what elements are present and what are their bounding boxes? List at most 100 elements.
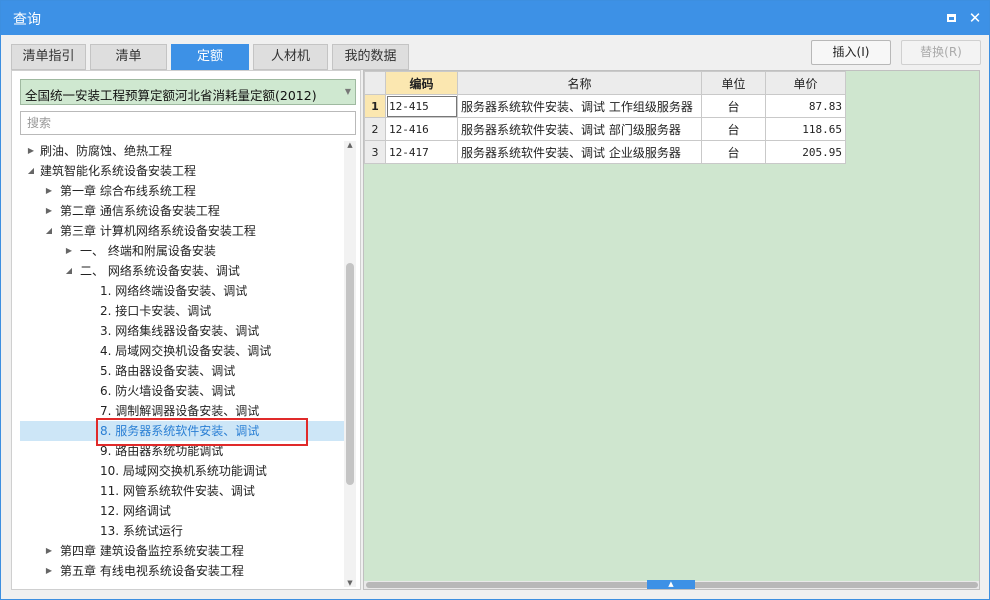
tree-item[interactable]: 11. 网管系统软件安装、调试 bbox=[20, 481, 344, 501]
tab-list[interactable]: 清单 bbox=[90, 44, 167, 70]
tree-item[interactable]: 12. 网络调试 bbox=[20, 501, 344, 521]
tree-item[interactable]: 1. 网络终端设备安装、调试 bbox=[20, 281, 344, 301]
row-number: 2 bbox=[364, 117, 386, 141]
splitter-expand-icon[interactable]: ▲ bbox=[647, 580, 695, 589]
tree-item-label: 第三章 计算机网络系统设备安装工程 bbox=[60, 224, 256, 238]
column-header-unit[interactable]: 单位 bbox=[701, 71, 766, 95]
tree-item-label: 第四章 建筑设备监控系统安装工程 bbox=[60, 544, 244, 558]
tree-item-label: 5. 路由器设备安装、调试 bbox=[100, 364, 236, 378]
cell-name[interactable]: 服务器系统软件安装、调试 企业级服务器 bbox=[457, 140, 702, 164]
library-select-value: 全国统一安装工程预算定额河北省消耗量定额(2012) bbox=[25, 88, 317, 103]
table-header-row: 编码 名称 单位 单价 bbox=[364, 71, 846, 95]
tree-item[interactable]: 3. 网络集线器设备安装、调试 bbox=[20, 321, 344, 341]
tree-item-label: 一、 终端和附属设备安装 bbox=[80, 244, 216, 258]
dropdown-arrow-icon: ▼ bbox=[344, 87, 351, 96]
maximize-button[interactable] bbox=[941, 8, 961, 28]
scrollbar-thumb[interactable] bbox=[346, 263, 354, 485]
tree-item-label: 第二章 通信系统设备安装工程 bbox=[60, 204, 220, 218]
scroll-down-arrow-icon[interactable]: ▼ bbox=[344, 579, 356, 587]
expand-arrow-icon[interactable]: ▶ bbox=[26, 141, 36, 161]
tree-item[interactable]: ▶ 第二章 通信系统设备安装工程 bbox=[20, 201, 344, 221]
cell-name[interactable]: 服务器系统软件安装、调试 部门级服务器 bbox=[457, 117, 702, 141]
tree-item[interactable]: ▶ 刷油、防腐蚀、绝热工程 bbox=[20, 141, 344, 161]
cell-unit[interactable]: 台 bbox=[701, 140, 766, 164]
window-title: 查询 bbox=[13, 12, 41, 28]
tree-item[interactable]: ▶ 第一章 综合布线系统工程 bbox=[20, 181, 344, 201]
row-number: 1 bbox=[364, 94, 386, 118]
tree-item-label: 12. 网络调试 bbox=[100, 504, 171, 518]
tree-item[interactable]: ◢ 建筑智能化系统设备安装工程 bbox=[20, 161, 344, 181]
cell-code[interactable]: 12-415 bbox=[385, 94, 458, 118]
tree-item[interactable]: 4. 局域网交换机设备安装、调试 bbox=[20, 341, 344, 361]
table-corner bbox=[364, 71, 386, 95]
tab-quota[interactable]: 定额 bbox=[171, 44, 249, 70]
cell-price[interactable]: 205.95 bbox=[765, 140, 846, 164]
cell-unit[interactable]: 台 bbox=[701, 94, 766, 118]
expand-arrow-icon[interactable]: ▶ bbox=[44, 561, 54, 581]
tree-vertical-scrollbar[interactable]: ▲ ▼ bbox=[344, 141, 356, 587]
cell-price[interactable]: 118.65 bbox=[765, 117, 846, 141]
tree-item-label: 6. 防火墙设备安装、调试 bbox=[100, 384, 236, 398]
close-button[interactable]: ✕ bbox=[965, 8, 985, 28]
expand-arrow-icon[interactable]: ▶ bbox=[64, 241, 74, 261]
tab-list-guide[interactable]: 清单指引 bbox=[11, 44, 86, 70]
cell-code[interactable]: 12-417 bbox=[385, 140, 458, 164]
title-bar: 查询 ✕ bbox=[1, 1, 989, 35]
table-row[interactable]: 1 12-415 服务器系统软件安装、调试 工作组级服务器 台 87.83 bbox=[364, 94, 846, 118]
query-window: 查询 ✕ 清单指引 清单 定额 人材机 我的数据 插入(I) 替换(R) 全国统… bbox=[0, 0, 990, 600]
close-icon: ✕ bbox=[968, 9, 982, 27]
column-header-price[interactable]: 单价 bbox=[765, 71, 846, 95]
tree-item-label: 4. 局域网交换机设备安装、调试 bbox=[100, 344, 272, 358]
collapse-arrow-icon[interactable]: ◢ bbox=[44, 221, 54, 241]
maximize-icon bbox=[946, 14, 956, 22]
tree-item[interactable]: ▶ 第五章 有线电视系统设备安装工程 bbox=[20, 561, 344, 581]
quota-tree: ▶ 刷油、防腐蚀、绝热工程 ◢ 建筑智能化系统设备安装工程 ▶ 第一章 综合布线… bbox=[20, 141, 344, 587]
tab-my-data[interactable]: 我的数据 bbox=[332, 44, 409, 70]
tree-item-label: 第一章 综合布线系统工程 bbox=[60, 184, 196, 198]
tree-item-label: 刷油、防腐蚀、绝热工程 bbox=[40, 144, 173, 158]
tree-item[interactable]: ◢ 二、 网络系统设备安装、调试 bbox=[20, 261, 344, 281]
collapse-arrow-icon[interactable]: ◢ bbox=[26, 161, 36, 181]
tree-item-label: 2. 接口卡安装、调试 bbox=[100, 304, 212, 318]
quota-grid-panel: 编码 名称 单位 单价 1 12-415 服务器系统软件安装、调试 工作组级服务… bbox=[363, 70, 980, 590]
table-row[interactable]: 2 12-416 服务器系统软件安装、调试 部门级服务器 台 118.65 bbox=[364, 117, 846, 141]
tree-item-label: 10. 局域网交换机系统功能调试 bbox=[100, 464, 267, 478]
replace-button[interactable]: 替换(R) bbox=[901, 40, 981, 65]
expand-arrow-icon[interactable]: ▶ bbox=[44, 541, 54, 561]
selection-highlight-box bbox=[96, 418, 308, 446]
insert-button[interactable]: 插入(I) bbox=[811, 40, 891, 65]
tree-item-label: 建筑智能化系统设备安装工程 bbox=[40, 164, 197, 178]
tree-item[interactable]: 13. 系统试运行 bbox=[20, 521, 344, 541]
tree-item-label: 二、 网络系统设备安装、调试 bbox=[80, 264, 240, 278]
tree-item[interactable]: 10. 局域网交换机系统功能调试 bbox=[20, 461, 344, 481]
row-number: 3 bbox=[364, 140, 386, 164]
tree-item-label: 第五章 有线电视系统设备安装工程 bbox=[60, 564, 244, 578]
table-row[interactable]: 3 12-417 服务器系统软件安装、调试 企业级服务器 台 205.95 bbox=[364, 140, 846, 164]
expand-arrow-icon[interactable]: ▶ bbox=[44, 181, 54, 201]
tree-item[interactable]: ◢ 第三章 计算机网络系统设备安装工程 bbox=[20, 221, 344, 241]
cell-name[interactable]: 服务器系统软件安装、调试 工作组级服务器 bbox=[457, 94, 702, 118]
tree-item[interactable]: 6. 防火墙设备安装、调试 bbox=[20, 381, 344, 401]
quota-table: 编码 名称 单位 单价 1 12-415 服务器系统软件安装、调试 工作组级服务… bbox=[364, 71, 846, 164]
quota-tree-panel: 全国统一安装工程预算定额河北省消耗量定额(2012) ▼ ▶ 刷油、防腐蚀、绝热… bbox=[11, 70, 361, 590]
scroll-up-arrow-icon[interactable]: ▲ bbox=[344, 141, 356, 149]
expand-arrow-icon[interactable]: ▶ bbox=[44, 201, 54, 221]
tree-item[interactable]: ▶ 一、 终端和附属设备安装 bbox=[20, 241, 344, 261]
collapse-arrow-icon[interactable]: ◢ bbox=[64, 261, 74, 281]
cell-code[interactable]: 12-416 bbox=[385, 117, 458, 141]
cell-unit[interactable]: 台 bbox=[701, 117, 766, 141]
tree-item[interactable]: 5. 路由器设备安装、调试 bbox=[20, 361, 344, 381]
tree-item[interactable]: 2. 接口卡安装、调试 bbox=[20, 301, 344, 321]
column-header-name[interactable]: 名称 bbox=[457, 71, 702, 95]
tree-item-label: 11. 网管系统软件安装、调试 bbox=[100, 484, 255, 498]
tree-item-label: 1. 网络终端设备安装、调试 bbox=[100, 284, 248, 298]
library-select[interactable]: 全国统一安装工程预算定额河北省消耗量定额(2012) ▼ bbox=[20, 79, 356, 105]
tree-item-label: 13. 系统试运行 bbox=[100, 524, 183, 538]
tree-item-label: 3. 网络集线器设备安装、调试 bbox=[100, 324, 260, 338]
search-input[interactable] bbox=[25, 113, 345, 133]
cell-price[interactable]: 87.83 bbox=[765, 94, 846, 118]
tab-labor-material-machine[interactable]: 人材机 bbox=[253, 44, 328, 70]
search-box[interactable] bbox=[20, 111, 356, 135]
column-header-code[interactable]: 编码 bbox=[385, 71, 458, 95]
tree-item[interactable]: ▶ 第四章 建筑设备监控系统安装工程 bbox=[20, 541, 344, 561]
